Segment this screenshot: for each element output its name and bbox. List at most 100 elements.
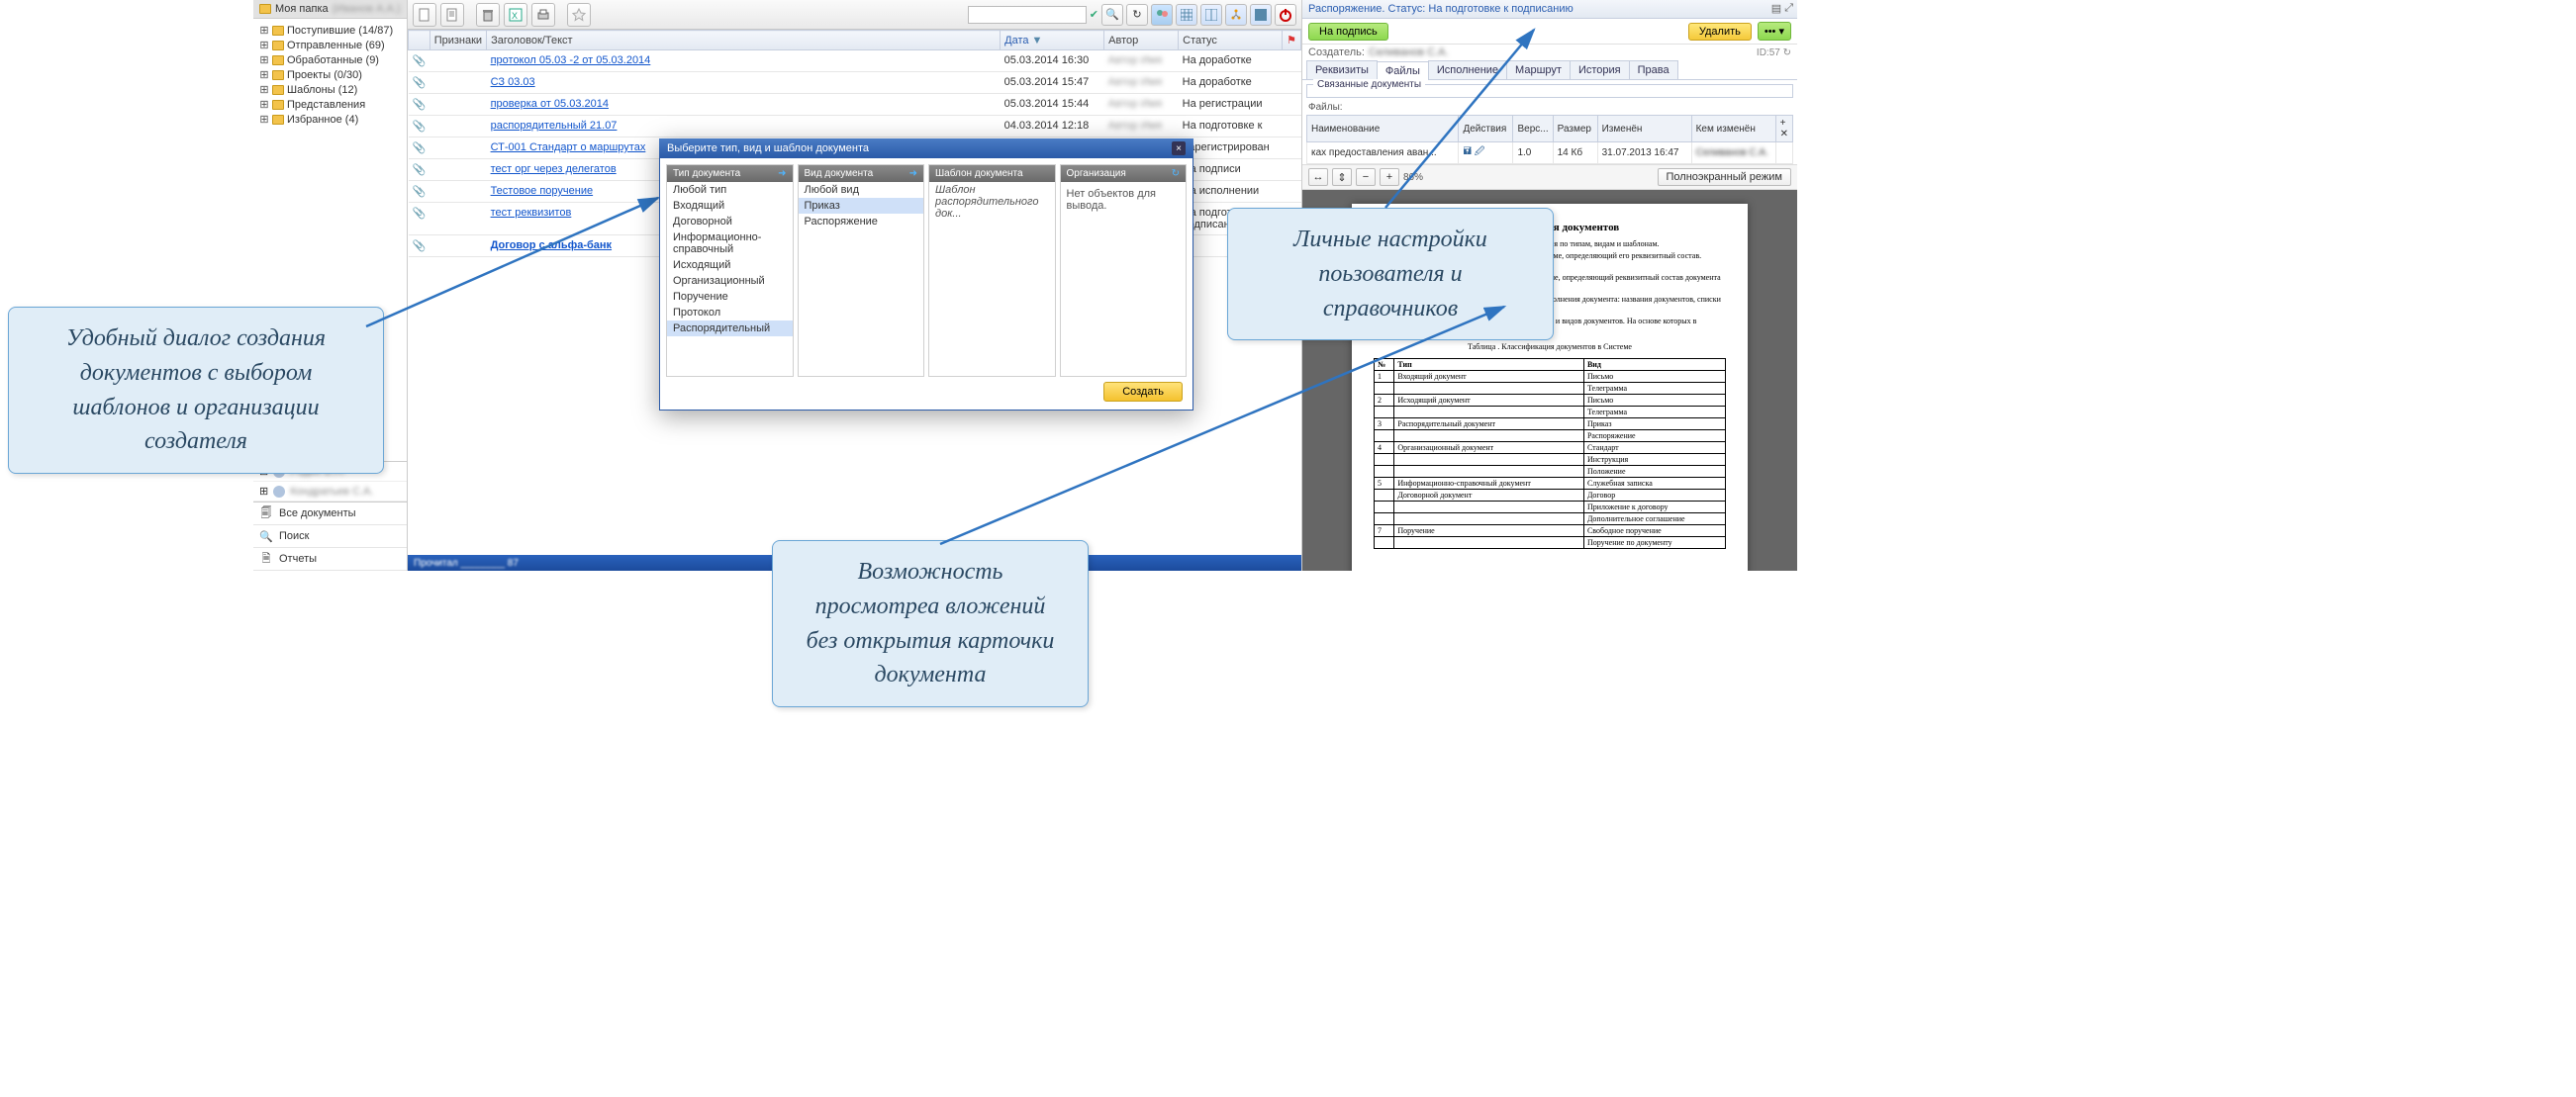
type-item[interactable]: Организационный [667, 273, 793, 289]
zoom-in-button[interactable]: + [1380, 168, 1399, 186]
expand-icon[interactable]: ⊞ [259, 53, 269, 66]
expand-icon[interactable]: ⊞ [259, 68, 269, 81]
action-menu-button[interactable]: ••• ▾ [1758, 22, 1791, 41]
panel-view-button[interactable] [1200, 4, 1222, 26]
search-input[interactable] [968, 6, 1087, 24]
kind-item[interactable]: Приказ [799, 198, 924, 214]
doc-link[interactable]: проверка от 05.03.2014 [491, 98, 609, 110]
kind-item[interactable]: Распоряжение [799, 214, 924, 229]
col-status[interactable]: Статус [1179, 31, 1283, 50]
sign-button[interactable]: На подпись [1308, 23, 1388, 41]
col-attrs[interactable]: Признаки [429, 31, 486, 50]
type-item[interactable]: Информационно-справочный [667, 229, 793, 257]
org-empty-text: Нет объектов для вывода. [1061, 182, 1187, 218]
nav-search[interactable]: 🔍Поиск [253, 525, 407, 548]
fcol-act[interactable]: Действия [1459, 116, 1513, 142]
type-item[interactable]: Протокол [667, 305, 793, 320]
tree-view-button[interactable] [1225, 4, 1247, 26]
expand-icon[interactable]: ⊞ [259, 39, 269, 51]
tree-item[interactable]: ⊞Отправленные (69) [259, 38, 405, 52]
grid-row[interactable]: 📎распорядительный 21.0704.03.2014 12:18А… [409, 116, 1301, 137]
tab-Реквизиты[interactable]: Реквизиты [1306, 60, 1378, 79]
favorite-button[interactable] [567, 3, 591, 27]
tree-item[interactable]: ⊞Обработанные (9) [259, 52, 405, 67]
col-author[interactable]: Автор [1104, 31, 1179, 50]
layout-icon[interactable]: ▤ [1771, 2, 1781, 15]
doc-link[interactable]: Договор с альфа-банк [491, 239, 612, 251]
list-view-button[interactable] [1250, 4, 1272, 26]
file-row[interactable]: ках предоставления аван... 🖬 🖉 1.0 14 Кб… [1307, 142, 1793, 164]
fcol-mod[interactable]: Изменён [1597, 116, 1691, 142]
search-button[interactable]: 🔍 [1101, 4, 1123, 26]
fcol-size[interactable]: Размер [1553, 116, 1597, 142]
export-xls-button[interactable]: X [504, 3, 527, 27]
doc-link[interactable]: тест реквизитов [491, 207, 572, 219]
create-button[interactable]: Создать [1103, 382, 1183, 402]
sidebar-user: (Иванов А.А.) [333, 3, 401, 15]
grid-row[interactable]: 📎СЗ 03.0305.03.2014 15:47Автор ИмяНа дор… [409, 72, 1301, 94]
tree-item[interactable]: ⊞Избранное (4) [259, 112, 405, 127]
doc-link[interactable]: СЗ 03.03 [491, 76, 535, 88]
tree-item[interactable]: ⊞Поступившие (14/87) [259, 23, 405, 38]
close-icon[interactable]: × [1172, 141, 1186, 155]
doc-link[interactable]: СТ-001 Стандарт о маршрутах [491, 141, 646, 153]
kind-item[interactable]: Любой вид [799, 182, 924, 198]
col-title[interactable]: Заголовок/Текст [487, 31, 1001, 50]
tree-item[interactable]: ⊞Проекты (0/30) [259, 67, 405, 82]
tab-История[interactable]: История [1570, 60, 1630, 79]
type-item[interactable]: Любой тип [667, 182, 793, 198]
fcol-ver[interactable]: Верс... [1513, 116, 1553, 142]
expand-icon[interactable]: ⤢ [1784, 2, 1793, 15]
users-button[interactable] [1151, 4, 1173, 26]
doc-link[interactable]: тест орг через делегатов [491, 163, 617, 175]
tree-item[interactable]: ⊞ Представления [259, 97, 405, 112]
grid-view-button[interactable] [1176, 4, 1197, 26]
tpl-item[interactable]: Шаблон распорядительного док... [929, 182, 1055, 222]
doc-author: Автор Имя [1108, 54, 1163, 66]
nav-reports[interactable]: 🗎Отчеты [253, 548, 407, 571]
col-flag[interactable]: ⚑ [1283, 31, 1301, 50]
tree-label: Представления [287, 99, 365, 111]
fit-page-button[interactable]: ⇕ [1332, 168, 1352, 186]
refresh-icon[interactable]: ↻ [1172, 168, 1180, 179]
open-doc-button[interactable] [440, 3, 464, 27]
tab-Файлы[interactable]: Файлы [1377, 61, 1429, 80]
zoom-out-button[interactable]: − [1356, 168, 1376, 186]
type-item[interactable]: Распорядительный [667, 320, 793, 336]
tab-Маршрут[interactable]: Маршрут [1506, 60, 1571, 79]
fullscreen-button[interactable]: Полноэкранный режим [1658, 168, 1792, 186]
expand-icon[interactable]: ⊞ [259, 24, 269, 37]
new-doc-button[interactable] [413, 3, 436, 27]
tab-Исполнение[interactable]: Исполнение [1428, 60, 1507, 79]
plus-icon[interactable]: +✕ [1780, 118, 1788, 139]
expand-icon[interactable]: ⊞ [259, 98, 269, 111]
type-item[interactable]: Договорной [667, 214, 793, 229]
grid-row[interactable]: 📎протокол 05.03 -2 от 05.03.201405.03.20… [409, 50, 1301, 72]
grid-row[interactable]: 📎проверка от 05.03.201405.03.2014 15:44А… [409, 94, 1301, 116]
doc-link[interactable]: протокол 05.03 -2 от 05.03.2014 [491, 54, 651, 66]
fcol-name[interactable]: Наименование [1307, 116, 1459, 142]
expand-icon[interactable]: ⊞ [259, 485, 268, 498]
doc-link[interactable]: распорядительный 21.07 [491, 120, 618, 132]
nav-label: Отчеты [279, 553, 317, 565]
nav-all-docs[interactable]: 🗐Все документы [253, 503, 407, 525]
fcol-by[interactable]: Кем изменён [1691, 116, 1775, 142]
sidebar-user-item[interactable]: ⊞Кондратьев С.А. [253, 482, 407, 502]
type-item[interactable]: Поручение [667, 289, 793, 305]
print-button[interactable] [531, 3, 555, 27]
tree-item[interactable]: ⊞Шаблоны (12) [259, 82, 405, 97]
type-item[interactable]: Исходящий [667, 257, 793, 273]
expand-icon[interactable]: ⊞ [259, 83, 269, 96]
power-off-button[interactable] [1275, 4, 1296, 26]
col-date[interactable]: Дата ▼ [1001, 31, 1104, 50]
type-item[interactable]: Входящий [667, 198, 793, 214]
doc-link[interactable]: Тестовое поручение [491, 185, 594, 197]
refresh-button[interactable]: ↻ [1126, 4, 1148, 26]
col-attach[interactable] [409, 31, 430, 50]
tab-Права[interactable]: Права [1629, 60, 1678, 79]
delete-button[interactable] [476, 3, 500, 27]
fit-width-button[interactable]: ↔ [1308, 168, 1328, 186]
delete-button[interactable]: Удалить [1688, 23, 1752, 41]
expand-icon[interactable]: ⊞ [259, 113, 269, 126]
file-actions[interactable]: 🖬 🖉 [1459, 142, 1513, 164]
